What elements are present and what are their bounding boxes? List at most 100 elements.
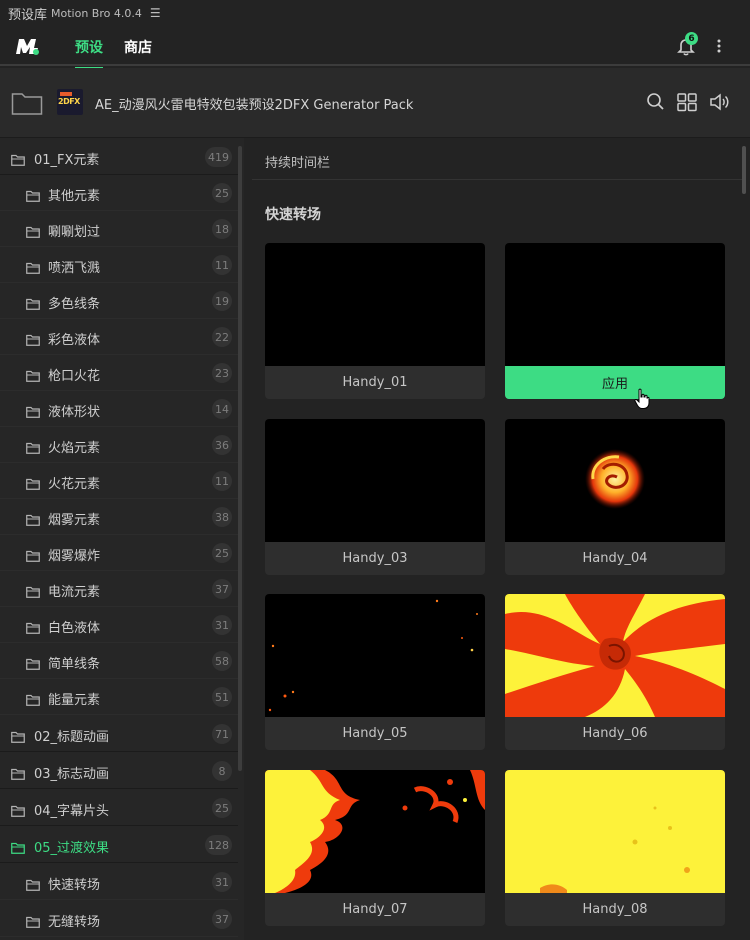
sidebar-item[interactable]: 唰唰划过 18: [0, 211, 238, 247]
folder-icon: [26, 439, 40, 454]
sidebar-item-label: 火花元素: [48, 477, 101, 492]
folder-icon: [26, 295, 40, 310]
preset-thumbnail[interactable]: [265, 770, 485, 893]
sidebar-item-count: 419: [205, 147, 232, 167]
preset-thumbnail[interactable]: [265, 243, 485, 366]
sidebar-item[interactable]: 无缝转场 37: [0, 901, 238, 937]
preset-thumbnail[interactable]: [265, 419, 485, 542]
pack-thumbnail[interactable]: 2DFX: [57, 89, 83, 115]
duration-bar-label[interactable]: 持续时间栏: [265, 152, 330, 171]
sidebar-item-label: 液体形状: [48, 405, 101, 420]
sidebar-item[interactable]: 05_过渡效果 128: [0, 827, 238, 863]
sidebar-item-count: 11: [212, 255, 232, 275]
folder-icon: [26, 583, 40, 598]
sidebar-item-label: 04_字幕片头: [34, 804, 110, 819]
hand-cursor-icon: [634, 388, 650, 409]
sidebar-item-count: 11: [212, 471, 232, 491]
tab-store[interactable]: 商店: [124, 37, 152, 57]
preset-card[interactable]: Handy_04: [505, 419, 725, 575]
sidebar-item-count: 25: [212, 798, 232, 818]
pack-thumbnail-text: 2DFX: [58, 97, 80, 106]
preset-name: Handy_01: [342, 375, 408, 390]
sidebar-item-label: 烟雾元素: [48, 513, 101, 528]
sidebar-item[interactable]: 简单线条 58: [0, 643, 238, 679]
preset-thumbnail[interactable]: [505, 594, 725, 717]
folder-open-icon: [11, 151, 25, 166]
preset-card[interactable]: Handy_01: [265, 243, 485, 399]
sidebar-item-label: 枪口火花: [48, 369, 101, 384]
sidebar-item[interactable]: 电流元素 37: [0, 571, 238, 607]
folder-icon: [26, 223, 40, 238]
folder-icon: [26, 691, 40, 706]
preset-card[interactable]: Handy_05: [265, 594, 485, 750]
sidebar-item-count: 23: [212, 363, 232, 383]
preset-name: Handy_07: [342, 902, 408, 917]
preset-thumbnail[interactable]: [505, 770, 725, 893]
folder-icon: [26, 187, 40, 202]
preset-name: Handy_03: [342, 551, 408, 566]
sidebar-item-label: 简单线条: [48, 657, 101, 672]
sidebar-item[interactable]: 能量元素 51: [0, 679, 238, 715]
folder-icon: [26, 655, 40, 670]
sidebar-item-label: 白色液体: [48, 621, 101, 636]
sidebar-item[interactable]: 快速转场 31: [0, 864, 238, 900]
search-icon[interactable]: [645, 92, 667, 112]
sidebar-item[interactable]: 烟雾元素 38: [0, 499, 238, 535]
sidebar-item[interactable]: 01_FX元素 419: [0, 139, 238, 175]
sidebar-item-count: 8: [212, 761, 232, 781]
sidebar-item-count: 58: [212, 651, 232, 671]
folder-icon[interactable]: [11, 90, 43, 116]
sidebar-item[interactable]: 其他元素 25: [0, 175, 238, 211]
more-options-icon[interactable]: [712, 36, 726, 56]
sidebar-item-count: 71: [212, 724, 232, 744]
sidebar-item[interactable]: 火焰元素 36: [0, 427, 238, 463]
sidebar-item-count: 25: [212, 543, 232, 563]
sidebar-item[interactable]: 02_标题动画 71: [0, 716, 238, 752]
folder-icon: [26, 331, 40, 346]
grid-view-icon[interactable]: [676, 92, 698, 112]
sidebar-item-count: 22: [212, 327, 232, 347]
sidebar-item[interactable]: 白色液体 31: [0, 607, 238, 643]
preset-card[interactable]: 应用: [505, 243, 725, 399]
folder-icon: [26, 913, 40, 928]
sidebar-item-label: 彩色液体: [48, 333, 101, 348]
main-scrollbar[interactable]: [742, 146, 746, 194]
sidebar-scrollbar[interactable]: [238, 146, 242, 771]
tab-presets[interactable]: 预设: [75, 37, 103, 69]
sidebar-item[interactable]: 烟雾爆炸 25: [0, 535, 238, 571]
sidebar-item[interactable]: 多色线条 19: [0, 283, 238, 319]
category-sidebar: 01_FX元素 419 其他元素 25 唰唰划过 18 喷洒飞溅 11 多色线条 19 彩色液体 22…: [0, 138, 244, 940]
preset-card[interactable]: Handy_08: [505, 770, 725, 926]
preset-thumbnail[interactable]: [265, 594, 485, 717]
sidebar-item-label: 02_标题动画: [34, 730, 110, 745]
sidebar-item[interactable]: 彩色液体 22: [0, 319, 238, 355]
volume-icon[interactable]: [709, 92, 731, 112]
sidebar-item-label: 05_过渡效果: [34, 841, 110, 856]
pack-header: 2DFX AE_动漫风火雷电特效包装预设2DFX Generator Pack: [0, 68, 750, 138]
sidebar-item-count: 19: [212, 291, 232, 311]
hamburger-icon[interactable]: ☰: [150, 6, 161, 20]
sidebar-item[interactable]: 液体形状 14: [0, 391, 238, 427]
preset-card[interactable]: Handy_03: [265, 419, 485, 575]
motion-bro-logo-icon[interactable]: [14, 35, 40, 57]
section-title: 快速转场: [265, 207, 321, 223]
preset-name: Handy_04: [582, 551, 648, 566]
preset-card[interactable]: Handy_07: [265, 770, 485, 926]
sidebar-item-count: 38: [212, 507, 232, 527]
folder-icon: [26, 511, 40, 526]
title-bar: 预设库 Motion Bro 4.0.4 ☰: [0, 0, 750, 26]
sidebar-item[interactable]: 火花元素 11: [0, 463, 238, 499]
sidebar-item[interactable]: 喷洒飞溅 11: [0, 247, 238, 283]
folder-icon: [26, 876, 40, 891]
sidebar-item[interactable]: 03_标志动画 8: [0, 753, 238, 789]
sidebar-item[interactable]: 04_字幕片头 25: [0, 790, 238, 826]
preset-card[interactable]: Handy_06: [505, 594, 725, 750]
sidebar-item[interactable]: 枪口火花 23: [0, 355, 238, 391]
sidebar-item-count: 51: [212, 687, 232, 707]
preset-thumbnail[interactable]: [505, 419, 725, 542]
preset-thumbnail[interactable]: [505, 243, 725, 366]
sidebar-item-label: 烟雾爆炸: [48, 549, 101, 564]
apply-button[interactable]: 应用: [505, 366, 725, 399]
sidebar-item-count: 31: [212, 872, 232, 892]
sidebar-item-count: 37: [212, 909, 232, 929]
